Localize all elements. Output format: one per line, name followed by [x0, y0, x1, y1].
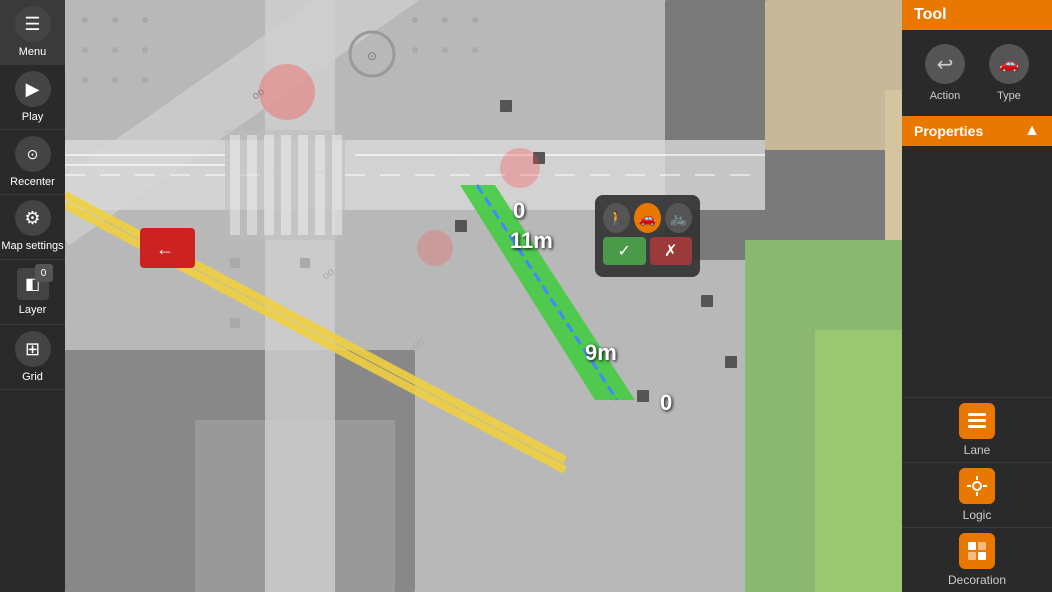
type-icon: 🚗	[989, 44, 1029, 84]
play-label: Play	[22, 111, 43, 123]
cancel-button[interactable]: ✗	[650, 237, 693, 265]
decoration-panel-item[interactable]: Decoration	[902, 527, 1052, 592]
properties-label: Properties	[914, 123, 983, 139]
logic-icon	[959, 468, 995, 504]
logic-label: Logic	[963, 508, 992, 522]
layer-button[interactable]: ◧ 0 Layer	[0, 260, 65, 325]
grid-icon: ⊞	[15, 331, 51, 367]
map-settings-button[interactable]: ⚙ Map settings	[0, 195, 65, 260]
tool-items: ↩ Action 🚗 Type	[902, 30, 1052, 116]
recenter-label: Recenter	[10, 176, 55, 188]
recenter-button[interactable]: ⊙ Recenter	[0, 130, 65, 195]
context-actions-row: ✓ ✗	[603, 237, 692, 265]
svg-text:→: →	[455, 139, 473, 159]
confirm-button[interactable]: ✓	[603, 237, 646, 265]
bottom-panel-items: Lane Logic	[902, 397, 1052, 592]
bicycle-option[interactable]: 🚲	[665, 203, 692, 233]
lane-label: Lane	[964, 443, 991, 457]
type-label: Type	[997, 90, 1021, 102]
action-tool[interactable]: ↩ Action	[915, 38, 975, 108]
left-sidebar: ☰ Menu ▶ Play ⊙ Recenter ⚙ Map settings …	[0, 0, 65, 592]
grid-button[interactable]: ⊞ Grid	[0, 325, 65, 390]
svg-text:⊙: ⊙	[367, 49, 377, 63]
context-menu: 🚶 🚗 🚲 ✓ ✗	[595, 195, 700, 277]
action-icon: ↩	[925, 44, 965, 84]
type-tool[interactable]: 🚗 Type	[979, 38, 1039, 108]
logic-panel-item[interactable]: Logic	[902, 462, 1052, 527]
lane-icon	[959, 403, 995, 439]
menu-label: Menu	[19, 46, 47, 58]
pedestrian-option[interactable]: 🚶	[603, 203, 630, 233]
properties-header: Properties ▲	[902, 116, 1052, 146]
grid-label: Grid	[22, 371, 43, 383]
menu-button[interactable]: ☰ Menu	[0, 0, 65, 65]
right-panel: Tool ↩ Action 🚗 Type Properties ▲ Lane	[902, 0, 1052, 592]
svg-text:→: →	[310, 159, 328, 179]
properties-collapse-icon[interactable]: ▲	[1024, 122, 1040, 140]
decoration-icon	[959, 533, 995, 569]
action-label: Action	[930, 90, 961, 102]
lane-panel-item[interactable]: Lane	[902, 397, 1052, 462]
svg-text:←: ←	[156, 239, 174, 259]
tool-header: Tool	[902, 0, 1052, 30]
play-icon: ▶	[15, 71, 51, 107]
layer-label: Layer	[19, 304, 47, 316]
context-options-row: 🚶 🚗 🚲	[603, 203, 692, 233]
menu-icon: ☰	[15, 6, 51, 42]
car-option[interactable]: 🚗	[634, 203, 661, 233]
recenter-icon: ⊙	[15, 136, 51, 172]
play-button[interactable]: ▶ Play	[0, 65, 65, 130]
map-settings-label: Map settings	[1, 240, 63, 253]
layer-badge: 0	[35, 264, 53, 282]
settings-icon: ⚙	[15, 200, 51, 236]
decoration-label: Decoration	[948, 573, 1006, 587]
